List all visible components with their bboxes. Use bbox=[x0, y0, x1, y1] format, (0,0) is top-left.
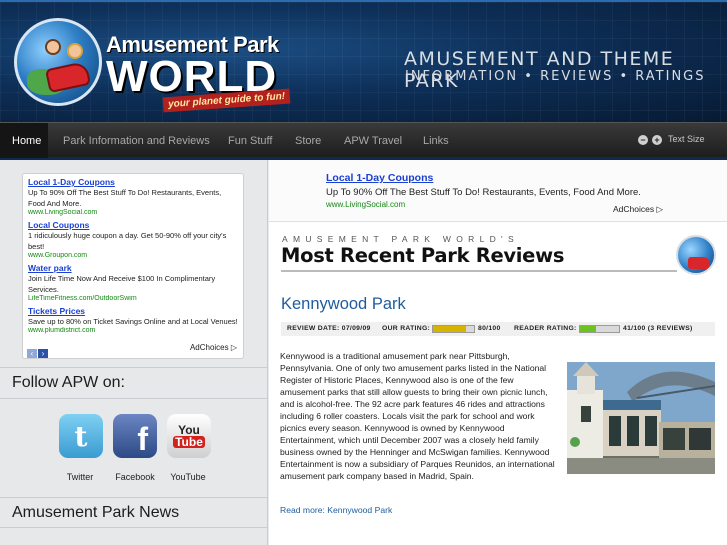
text-size-increase-button[interactable]: + bbox=[652, 135, 662, 145]
park-title-link[interactable]: Kennywood Park bbox=[281, 295, 406, 314]
sidebar-ad-box: Local 1-Day Coupons Up To 90% Off The Be… bbox=[22, 173, 244, 359]
reader-rating-fill bbox=[580, 326, 596, 332]
text-size-label: Text Size bbox=[668, 134, 705, 144]
nav-item-store[interactable]: Store bbox=[295, 135, 321, 147]
ad-title-link[interactable]: Local 1-Day Coupons bbox=[28, 177, 238, 187]
section-kicker: AMUSEMENT PARK WORLD'S bbox=[282, 234, 519, 244]
ad-next-button[interactable]: › bbox=[38, 349, 48, 358]
ad-title-link[interactable]: Water park bbox=[28, 263, 238, 273]
left-sidebar: Local 1-Day Coupons Up To 90% Off The Be… bbox=[0, 160, 268, 545]
twitter-icon: t bbox=[74, 419, 88, 453]
kennywood-photo-image bbox=[567, 362, 715, 474]
youtube-button[interactable]: You Tube bbox=[167, 414, 211, 458]
reader-rating-value: 41/100 (3 REVIEWS) bbox=[623, 325, 693, 332]
apw-globe-icon bbox=[676, 235, 716, 275]
twitter-label[interactable]: Twitter bbox=[50, 472, 110, 482]
top-ad-title-link[interactable]: Local 1-Day Coupons bbox=[326, 172, 433, 184]
ad-url[interactable]: www.LivingSocial.com bbox=[28, 209, 238, 217]
top-ad-description: Up To 90% Off The Best Stuff To Do! Rest… bbox=[326, 187, 641, 198]
ad-url[interactable]: www.Groupon.com bbox=[28, 252, 238, 260]
header-title-line2: INFORMATION • REVIEWS • RATINGS bbox=[405, 69, 706, 84]
divider bbox=[0, 497, 268, 498]
sidebar-ad: Water park Join Life Time Now And Receiv… bbox=[28, 263, 238, 303]
ad-description: Save up to 80% on Ticket Savings Online … bbox=[28, 317, 238, 326]
sidebar-ad: Local Coupons 1 ridiculously huge coupon… bbox=[28, 220, 238, 260]
review-date: REVIEW DATE: 07/09/09 bbox=[287, 325, 371, 332]
main-nav: Home Park Information and Reviews Fun St… bbox=[0, 122, 727, 160]
logo-kid bbox=[67, 43, 83, 59]
nav-item-park-information[interactable]: Park Information and Reviews bbox=[63, 135, 210, 147]
site-header: Amusement Park WORLD your planet guide t… bbox=[0, 0, 727, 122]
youtube-label[interactable]: YouTube bbox=[158, 472, 218, 482]
our-rating-fill bbox=[433, 326, 466, 332]
ad-url[interactable]: LifeTimeFitness.com/OutdoorSwim bbox=[28, 295, 238, 303]
top-ad-banner: Local 1-Day Coupons Up To 90% Off The Be… bbox=[269, 160, 727, 222]
divider bbox=[0, 527, 268, 528]
our-rating-value: 80/100 bbox=[478, 325, 501, 332]
page: Amusement Park WORLD your planet guide t… bbox=[0, 0, 727, 545]
reader-rating-bar bbox=[579, 325, 620, 333]
text-size-decrease-button[interactable]: − bbox=[638, 135, 648, 145]
sidebar-ad: Tickets Prices Save up to 80% on Ticket … bbox=[28, 306, 238, 335]
facebook-icon: f bbox=[137, 421, 148, 457]
our-rating-bar bbox=[432, 325, 475, 333]
park-photo[interactable] bbox=[567, 362, 715, 474]
youtube-icon: You Tube bbox=[173, 423, 205, 449]
top-ad-url[interactable]: www.LivingSocial.com bbox=[326, 200, 405, 209]
ratings-strip: REVIEW DATE: 07/09/09 OUR RATING: 80/100… bbox=[281, 322, 715, 336]
review-body: Kennywood is a traditional amusement par… bbox=[280, 351, 555, 482]
facebook-label[interactable]: Facebook bbox=[105, 472, 165, 482]
nav-item-fun-stuff[interactable]: Fun Stuff bbox=[228, 135, 272, 147]
reader-rating-label: READER RATING: bbox=[514, 325, 577, 332]
facebook-button[interactable]: f bbox=[113, 414, 157, 458]
logo-coaster-car bbox=[44, 60, 92, 94]
globe-coaster-car bbox=[688, 257, 710, 269]
twitter-button[interactable]: t bbox=[59, 414, 103, 458]
divider bbox=[0, 367, 268, 368]
nav-item-apw-travel[interactable]: APW Travel bbox=[344, 135, 402, 147]
ad-description: 1 ridiculously huge coupon a day. Get 50… bbox=[28, 231, 227, 251]
main-content: Local 1-Day Coupons Up To 90% Off The Be… bbox=[269, 160, 727, 545]
ad-description: Join Life Time Now And Receive $100 In C… bbox=[28, 274, 216, 294]
read-more-link[interactable]: Read more: Kennywood Park bbox=[280, 505, 392, 515]
logo-kid bbox=[45, 39, 61, 55]
ad-url[interactable]: www.plumdistrict.com bbox=[28, 327, 238, 335]
ad-description: Up To 90% Off The Best Stuff To Do! Rest… bbox=[28, 188, 222, 208]
ad-title-link[interactable]: Local Coupons bbox=[28, 220, 238, 230]
ad-prev-button[interactable]: ‹ bbox=[27, 349, 37, 358]
adchoices-link[interactable]: AdChoices ▷ bbox=[190, 343, 237, 352]
nav-item-home[interactable]: Home bbox=[12, 135, 41, 147]
section-rule bbox=[281, 270, 677, 272]
top-adchoices-link[interactable]: AdChoices ▷ bbox=[613, 204, 663, 215]
sidebar-ad: Local 1-Day Coupons Up To 90% Off The Be… bbox=[28, 177, 238, 217]
ad-title-link[interactable]: Tickets Prices bbox=[28, 306, 238, 316]
divider bbox=[0, 398, 268, 399]
section-title: Most Recent Park Reviews bbox=[281, 244, 565, 267]
ad-footer: ‹ › AdChoices ▷ bbox=[27, 343, 239, 358]
news-heading: Amusement Park News bbox=[12, 504, 180, 521]
nav-item-links[interactable]: Links bbox=[423, 135, 449, 147]
logo-globe-icon[interactable] bbox=[14, 18, 102, 106]
follow-heading: Follow APW on: bbox=[12, 374, 125, 391]
our-rating-label: OUR RATING: bbox=[382, 325, 431, 332]
